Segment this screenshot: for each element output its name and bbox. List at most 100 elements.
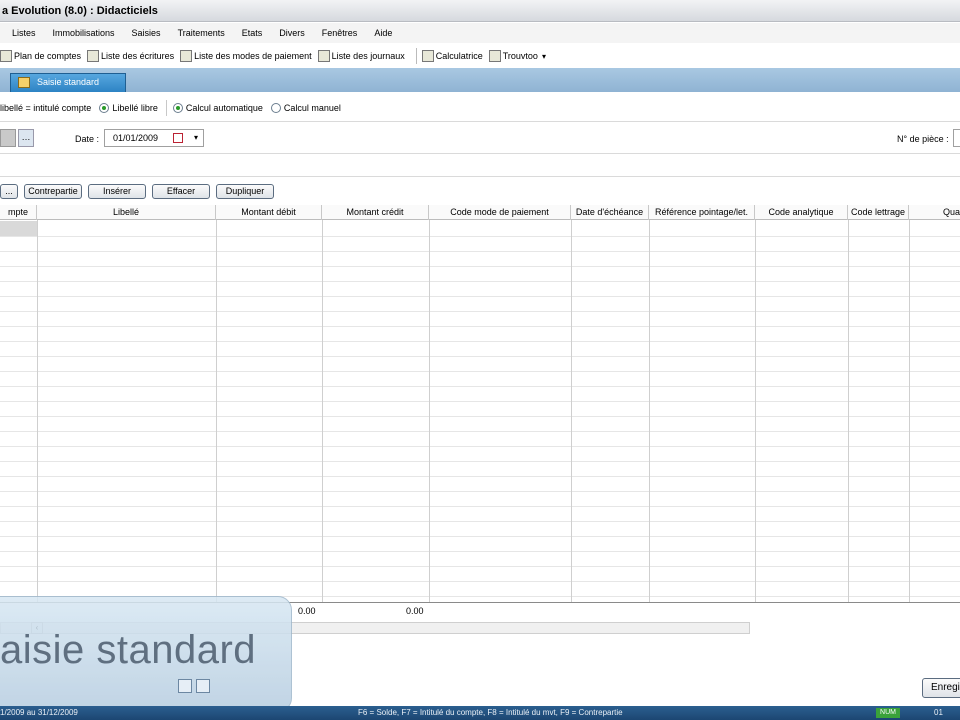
- grid-row-divider: [0, 476, 960, 477]
- divider: [0, 153, 960, 154]
- column-divider: [216, 220, 217, 620]
- grid-row-divider: [0, 551, 960, 552]
- column-header-compte[interactable]: mpte: [0, 205, 37, 220]
- column-divider: [37, 220, 38, 620]
- chevron-down-icon[interactable]: ▾: [194, 130, 198, 146]
- total-credit: 0.00: [406, 606, 424, 616]
- column-header-reference-pointage[interactable]: Référence pointage/let.: [649, 205, 755, 220]
- date-field[interactable]: 01/01/2009 ▾: [104, 129, 204, 147]
- grid-row-divider: [0, 386, 960, 387]
- radio-unselected-icon: [270, 103, 281, 113]
- window-title: a Evolution (8.0) : Didacticiels: [0, 0, 960, 22]
- menu-saisies[interactable]: Saisies: [132, 28, 161, 38]
- document-icon: [18, 77, 30, 88]
- overlay-next-icon[interactable]: [196, 679, 210, 693]
- account-lookup-button[interactable]: …: [18, 129, 34, 147]
- divider: [165, 100, 167, 116]
- contrepartie-button[interactable]: Contrepartie: [24, 184, 82, 199]
- menu-listes[interactable]: Listes: [12, 28, 36, 38]
- column-divider: [322, 220, 323, 620]
- status-bar: 1/2009 au 31/12/2009 F6 = Solde, F7 = In…: [0, 706, 960, 720]
- toolbar-calculatrice[interactable]: Calculatrice: [421, 50, 483, 62]
- entries-list-icon: [87, 50, 100, 62]
- status-period: 1/2009 au 31/12/2009: [0, 708, 78, 717]
- payment-modes-icon: [180, 50, 193, 62]
- column-header-code-mode-paiement[interactable]: Code mode de paiement: [429, 205, 571, 220]
- overlay-previous-icon[interactable]: [178, 679, 192, 693]
- entries-grid[interactable]: mpte Libellé Montant débit Montant crédi…: [0, 205, 960, 622]
- account-field[interactable]: [0, 129, 16, 147]
- toolbar-liste-modes-paiement[interactable]: Liste des modes de paiement: [180, 50, 312, 62]
- toolbar-plan-de-comptes[interactable]: Plan de comptes: [0, 50, 81, 62]
- grid-row-divider: [0, 356, 960, 357]
- menu-bar: Listes Immobilisations Saisies Traitemen…: [0, 23, 960, 43]
- piece-number-field[interactable]: [953, 129, 960, 147]
- menu-fenetres[interactable]: Fenêtres: [322, 28, 358, 38]
- options-row: libellé = intitulé compte Libellé libre …: [0, 97, 960, 119]
- grid-row-divider: [0, 461, 960, 462]
- inserer-button[interactable]: Insérer: [88, 184, 146, 199]
- tutorial-overlay-title: aisie standard: [0, 628, 257, 672]
- toolbar: Plan de comptes Liste des écritures List…: [0, 44, 600, 68]
- search-tool-icon: [488, 50, 501, 62]
- menu-traitements[interactable]: Traitements: [178, 28, 225, 38]
- radio-calcul-manuel[interactable]: Calcul manuel: [270, 103, 341, 113]
- selected-cell[interactable]: [0, 221, 37, 236]
- grid-row-divider: [0, 506, 960, 507]
- column-header-quantite[interactable]: Qua: [909, 205, 960, 220]
- grid-row-divider: [0, 401, 960, 402]
- toolbar-separator: [415, 48, 417, 64]
- column-divider: [755, 220, 756, 620]
- menu-immobilisations[interactable]: Immobilisations: [53, 28, 115, 38]
- enregistrer-button[interactable]: Enregi: [922, 678, 960, 698]
- piece-label: N° de pièce :: [897, 134, 949, 144]
- date-row: … Date : 01/01/2009 ▾ N° de pièce :: [0, 124, 960, 152]
- column-header-montant-credit[interactable]: Montant crédit: [322, 205, 429, 220]
- grid-row-divider: [0, 581, 960, 582]
- grid-header: mpte Libellé Montant débit Montant crédi…: [0, 205, 960, 220]
- column-divider: [909, 220, 910, 620]
- total-debit: 0.00: [298, 606, 316, 616]
- scrollbar-thumb[interactable]: [361, 625, 441, 631]
- journals-icon: [317, 50, 330, 62]
- grid-row-divider: [0, 521, 960, 522]
- menu-aide[interactable]: Aide: [374, 28, 392, 38]
- divider: [0, 176, 960, 177]
- menu-etats[interactable]: Etats: [242, 28, 263, 38]
- status-shortcuts: F6 = Solde, F7 = Intitulé du compte, F8 …: [358, 708, 623, 717]
- grid-row-divider: [0, 371, 960, 372]
- calendar-icon[interactable]: [173, 133, 183, 143]
- divider: [0, 121, 960, 122]
- option-libelle-intitule[interactable]: libellé = intitulé compte: [0, 103, 91, 113]
- radio-selected-icon: [99, 103, 110, 113]
- dupliquer-button[interactable]: Dupliquer: [216, 184, 274, 199]
- first-action-button[interactable]: ...: [0, 184, 18, 199]
- column-header-code-lettrage[interactable]: Code lettrage: [848, 205, 909, 220]
- column-header-code-analytique[interactable]: Code analytique: [755, 205, 848, 220]
- action-buttons: ... Contrepartie Insérer Effacer Dupliqu…: [0, 183, 280, 200]
- chevron-down-icon[interactable]: ▾: [542, 52, 546, 61]
- tab-saisie-standard[interactable]: Saisie standard: [10, 73, 126, 92]
- status-right: 01: [934, 708, 943, 717]
- toolbar-trouvtoo[interactable]: Trouvtoo: [488, 50, 538, 62]
- column-header-montant-debit[interactable]: Montant débit: [216, 205, 322, 220]
- grid-row-divider: [0, 416, 960, 417]
- effacer-button[interactable]: Effacer: [152, 184, 210, 199]
- column-header-libelle[interactable]: Libellé: [37, 205, 216, 220]
- column-divider: [429, 220, 430, 620]
- radio-selected-icon: [172, 103, 183, 113]
- menu-divers[interactable]: Divers: [279, 28, 305, 38]
- grid-row-divider: [0, 266, 960, 267]
- column-divider: [649, 220, 650, 620]
- toolbar-liste-journaux[interactable]: Liste des journaux: [317, 50, 405, 62]
- toolbar-liste-ecritures[interactable]: Liste des écritures: [87, 50, 174, 62]
- radio-libelle-libre[interactable]: Libellé libre: [99, 103, 158, 113]
- calculator-icon: [421, 50, 434, 62]
- grid-row-divider: [0, 296, 960, 297]
- grid-row-divider: [0, 281, 960, 282]
- column-divider: [571, 220, 572, 620]
- grid-row-divider: [0, 566, 960, 567]
- column-header-date-echeance[interactable]: Date d'échéance: [571, 205, 649, 220]
- radio-calcul-automatique[interactable]: Calcul automatique: [172, 103, 263, 113]
- grid-row-divider: [0, 311, 960, 312]
